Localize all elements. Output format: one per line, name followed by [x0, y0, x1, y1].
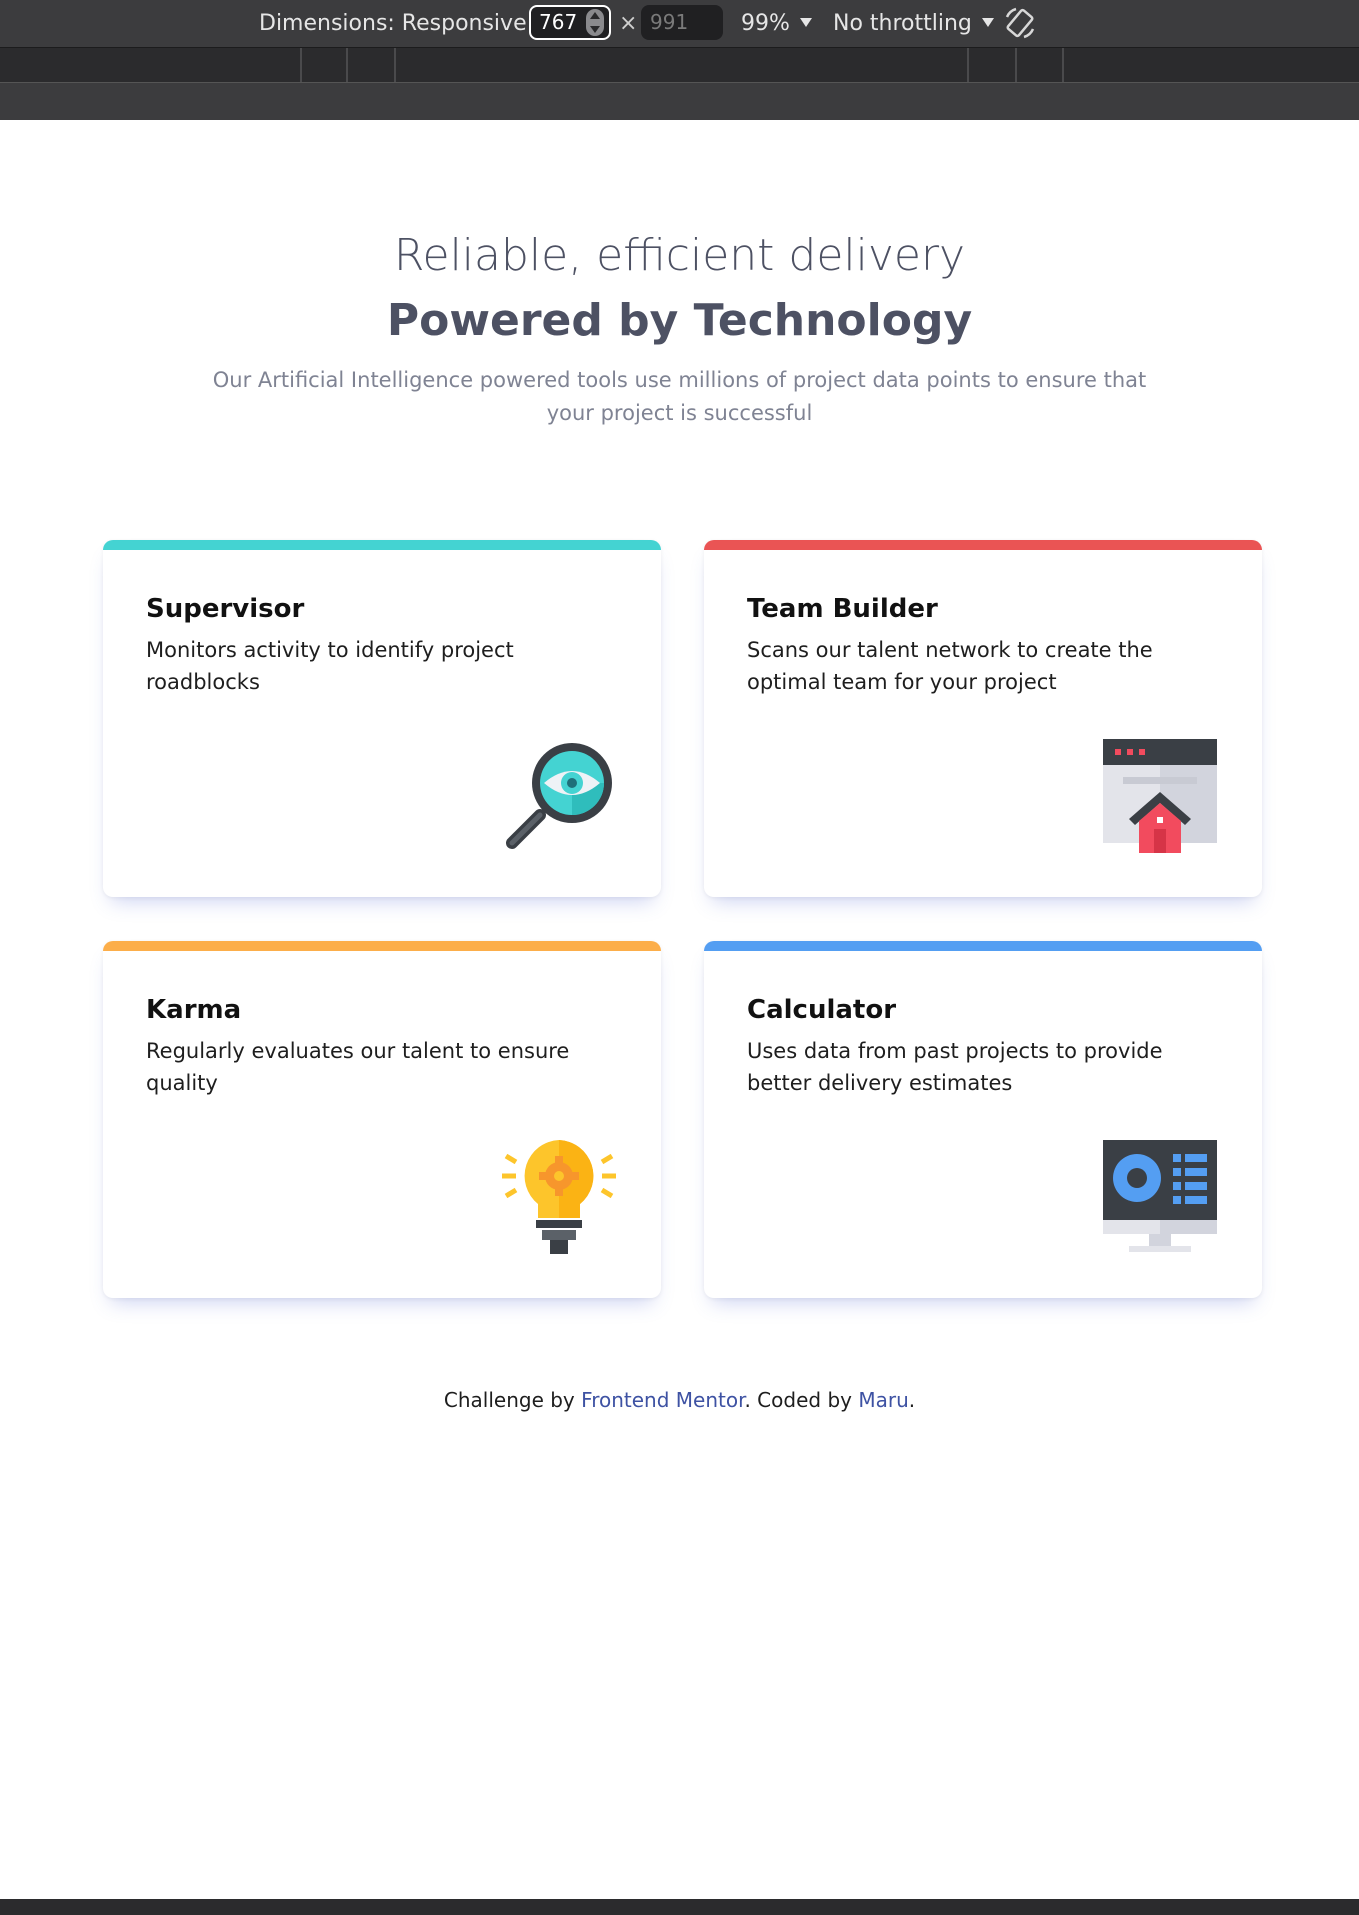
- lightbulb-icon: [502, 1140, 616, 1254]
- hero-section: Reliable, efficient delivery Powered by …: [0, 230, 1359, 430]
- chevron-down-icon: [981, 18, 994, 27]
- ruler-tick: [967, 48, 969, 83]
- card-accent-bar: [704, 941, 1262, 951]
- card-calculator: Calculator Uses data from past projects …: [704, 941, 1262, 1298]
- card-title: Calculator: [747, 995, 897, 1025]
- ruler-tick: [1015, 48, 1017, 83]
- zoom-dropdown[interactable]: 99%: [741, 10, 812, 38]
- card-team-builder: Team Builder Scans our talent network to…: [704, 540, 1262, 897]
- card-title: Supervisor: [146, 594, 305, 624]
- card-accent-bar: [103, 540, 661, 550]
- attribution-footer: Challenge by Frontend Mentor. Coded by M…: [0, 1388, 1359, 1412]
- dimensions-label: Dimensions: Responsive: [259, 11, 527, 36]
- spinner-icon[interactable]: [586, 9, 604, 36]
- media-query-bar: [0, 47, 1359, 83]
- monitor-chart-icon: [1103, 1140, 1217, 1252]
- browser-house-icon: [1103, 739, 1217, 853]
- hero-subtitle: Reliable, efficient delivery: [393, 230, 966, 281]
- footer-middle: . Coded by: [744, 1388, 859, 1412]
- hero-description: Our Artificial Intelligence powered tool…: [212, 368, 1147, 425]
- ruler-tick: [300, 48, 302, 83]
- card-supervisor: Supervisor Monitors activity to identify…: [103, 540, 661, 897]
- height-input[interactable]: 991: [641, 5, 723, 40]
- card-description: Regularly evaluates our talent to ensure…: [146, 1039, 570, 1095]
- ruler-tick: [394, 48, 396, 83]
- card-title: Team Builder: [747, 594, 938, 624]
- author-link[interactable]: Maru: [858, 1388, 908, 1412]
- height-placeholder: 991: [650, 10, 689, 34]
- card-description: Uses data from past projects to provide …: [747, 1039, 1163, 1095]
- ruler-tick: [346, 48, 348, 83]
- zoom-label: 99%: [741, 11, 790, 36]
- card-description: Scans our talent network to create the o…: [747, 638, 1153, 694]
- width-input[interactable]: 767: [529, 5, 611, 40]
- throttling-dropdown[interactable]: No throttling: [833, 10, 994, 38]
- card-accent-bar: [704, 540, 1262, 550]
- footer-suffix: .: [908, 1388, 916, 1412]
- footer-prefix: Challenge by: [443, 1388, 582, 1412]
- hero-title: Powered by Technology: [386, 295, 973, 346]
- devtools-toolbar: Dimensions: Responsive 767 × 991 99% No …: [0, 0, 1359, 47]
- card-description: Monitors activity to identify project ro…: [146, 638, 514, 694]
- chevron-down-icon: [799, 18, 812, 27]
- magnifier-eye-icon: [506, 743, 612, 849]
- bottom-bar: [0, 1899, 1359, 1915]
- card-title: Karma: [146, 995, 242, 1025]
- card-accent-bar: [103, 941, 661, 951]
- ruler-tick: [1062, 48, 1064, 83]
- frontend-mentor-link[interactable]: Frontend Mentor: [581, 1388, 744, 1412]
- ruler-bar: [0, 82, 1359, 120]
- card-karma: Karma Regularly evaluates our talent to …: [103, 941, 661, 1298]
- throttling-label: No throttling: [833, 11, 972, 36]
- rotate-icon[interactable]: [1002, 5, 1038, 41]
- width-value: 767: [539, 10, 578, 34]
- times-symbol: ×: [619, 11, 638, 36]
- dimensions-dropdown[interactable]: Dimensions: Responsive: [259, 10, 549, 38]
